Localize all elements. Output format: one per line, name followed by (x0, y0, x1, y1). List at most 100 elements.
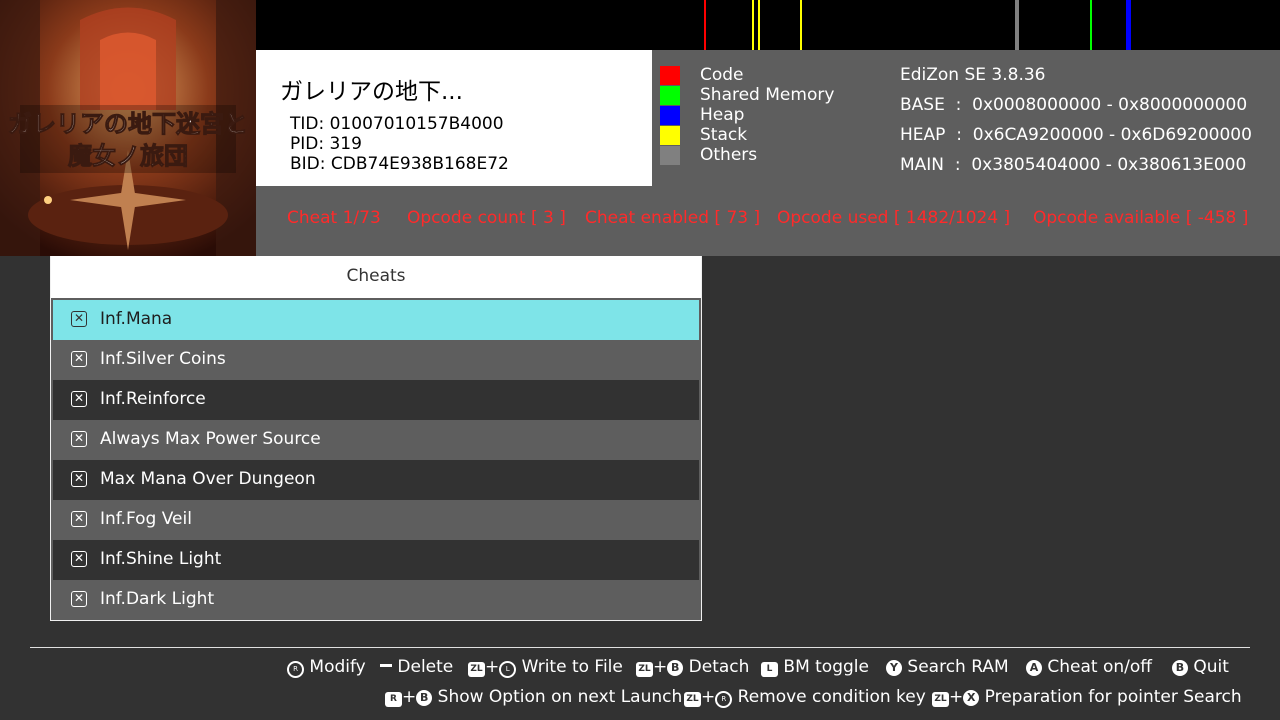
base-range: BASE : 0x0008000000 - 0x8000000000 (900, 95, 1248, 115)
memory-marker (752, 0, 754, 50)
cheat-toggle-checkbox[interactable]: ✕ (71, 391, 87, 407)
game-logo-text: 魔女ノ旅団 (68, 141, 188, 170)
hint-detach-label: Detach (688, 657, 750, 677)
memory-marker (1126, 0, 1131, 50)
cheat-toggle-checkbox[interactable]: ✕ (71, 311, 87, 327)
cheat-enabled-count: Cheat enabled [ 73 ] (585, 208, 761, 228)
hint-quit-label: Quit (1193, 657, 1229, 677)
legend-others-label: Others (700, 145, 758, 165)
r-button-icon: R (385, 692, 402, 707)
plus-glyph: + (701, 687, 716, 707)
plus-glyph: + (653, 657, 668, 677)
cheat-item-label: Inf.Fog Veil (100, 509, 192, 529)
l-button-icon: L (761, 662, 778, 677)
zl-button-icon: ZL (684, 692, 701, 707)
opcode-count: Opcode count [ 3 ] (407, 208, 566, 228)
right-stick-icon: R (715, 691, 733, 708)
zl-button-icon: ZL (932, 692, 949, 707)
cheat-toggle-checkbox[interactable]: ✕ (71, 431, 87, 447)
plus-glyph: + (402, 687, 417, 707)
right-stick-icon: R (287, 661, 304, 678)
cheat-item-label: Max Mana Over Dungeon (100, 469, 316, 489)
hint-delete[interactable]: Delete (380, 657, 453, 677)
cheat-status-bar: Cheat 1/73 Opcode count [ 3 ] Cheat enab… (256, 186, 1280, 256)
opcode-available: Opcode available [ -458 ] (1033, 208, 1249, 228)
legend-code-label: Code (700, 65, 744, 85)
cheat-item[interactable]: ✕ Max Mana Over Dungeon (53, 460, 699, 500)
hint-write-to-file[interactable]: ZL + L Write to File (468, 657, 623, 678)
b-button-icon: B (1172, 660, 1188, 676)
process-id: PID: 319 (290, 134, 362, 154)
cheat-index: Cheat 1/73 (287, 208, 381, 228)
zl-button-icon: ZL (468, 662, 485, 677)
hint-delete-label: Delete (397, 657, 454, 677)
cheat-item[interactable]: ✕ Inf.Dark Light (53, 580, 699, 620)
hint-prep-pointer[interactable]: ZL + X Preparation for pointer Search (932, 687, 1242, 707)
cheat-item-label: Inf.Mana (100, 309, 173, 329)
minus-button-icon (380, 664, 392, 667)
cheat-item-label: Inf.Shine Light (100, 549, 222, 569)
cheats-list: Cheats ✕ Inf.Mana ✕ Inf.Silver Coins ✕ I… (50, 256, 702, 621)
hint-cheat-onoff[interactable]: A Cheat on/off (1026, 657, 1152, 677)
cheat-toggle-checkbox[interactable]: ✕ (71, 551, 87, 567)
b-button-icon: B (416, 690, 433, 706)
cheat-toggle-checkbox[interactable]: ✕ (71, 591, 87, 607)
legend-others-swatch (660, 146, 680, 165)
hint-modify[interactable]: R Modify (287, 657, 366, 678)
memory-marker (758, 0, 760, 50)
memory-marker (1015, 0, 1019, 50)
hint-detach[interactable]: ZL + B Detach (636, 657, 749, 677)
cheat-item[interactable]: ✕ Inf.Shine Light (53, 540, 699, 580)
hint-bm-label: BM toggle (783, 657, 869, 677)
a-button-icon: A (1026, 660, 1042, 676)
hint-write-label: Write to File (521, 657, 623, 677)
cheat-item[interactable]: ✕ Inf.Fog Veil (53, 500, 699, 540)
title-id: TID: 01007010157B4000 (290, 114, 504, 134)
hint-search-label: Search RAM (907, 657, 1009, 677)
cheat-toggle-checkbox[interactable]: ✕ (71, 351, 87, 367)
hint-show-option[interactable]: R + B Show Option on next Launch (385, 687, 682, 707)
cheat-toggle-checkbox[interactable]: ✕ (71, 511, 87, 527)
memory-info-panel: Code Shared Memory Heap Stack Others Edi… (652, 50, 1280, 186)
main-range: MAIN : 0x3805404000 - 0x380613E000 (900, 155, 1247, 175)
left-stick-icon: L (499, 661, 517, 678)
cheat-toggle-checkbox[interactable]: ✕ (71, 471, 87, 487)
hint-modify-label: Modify (309, 657, 366, 677)
hint-search-ram[interactable]: Y Search RAM (886, 657, 1009, 677)
hint-bm-toggle[interactable]: L BM toggle (761, 657, 869, 677)
hint-remove-label: Remove condition key (737, 687, 926, 707)
cheat-item[interactable]: ✕ Inf.Reinforce (53, 380, 699, 420)
plus-glyph: + (949, 687, 964, 707)
plus-glyph: + (485, 657, 500, 677)
y-button-icon: Y (886, 660, 902, 676)
cheat-item[interactable]: ✕ Always Max Power Source (53, 420, 699, 460)
hint-remove-condition[interactable]: ZL + R Remove condition key (684, 687, 926, 708)
legend-shared-label: Shared Memory (700, 85, 835, 105)
hint-quit[interactable]: B Quit (1172, 657, 1229, 677)
legend-stack-swatch (660, 126, 680, 145)
legend-heap-label: Heap (700, 105, 745, 125)
cheat-item-label: Inf.Silver Coins (100, 349, 226, 369)
cheat-item[interactable]: ✕ Inf.Silver Coins (53, 340, 699, 380)
game-title: ガレリアの地下... (280, 79, 463, 105)
memory-marker (1090, 0, 1092, 50)
cheat-item-label: Inf.Dark Light (100, 589, 215, 609)
title-info-box: ガレリアの地下... TID: 01007010157B4000 PID: 31… (256, 50, 652, 186)
legend-heap-swatch (660, 106, 680, 125)
game-icon: ガレリアの地下迷宮と 魔女ノ旅団 (0, 0, 256, 256)
zl-button-icon: ZL (636, 662, 653, 677)
heap-range: HEAP : 0x6CA9200000 - 0x6D69200000 (900, 125, 1252, 145)
build-id: BID: CDB74E938B168E72 (290, 154, 509, 174)
b-button-icon: B (667, 660, 684, 676)
legend-shared-swatch (660, 86, 680, 105)
game-logo-text: ガレリアの地下迷宮と (8, 109, 248, 138)
cheat-item-label: Always Max Power Source (100, 429, 321, 449)
x-button-icon: X (963, 690, 980, 706)
cheats-list-header: Cheats (51, 256, 701, 298)
legend-code-swatch (660, 66, 680, 85)
hint-prep-label: Preparation for pointer Search (984, 687, 1242, 707)
app-version: EdiZon SE 3.8.36 (900, 65, 1046, 85)
cheat-item[interactable]: ✕ Inf.Mana (53, 300, 699, 340)
memory-marker (704, 0, 706, 50)
hint-cheat-label: Cheat on/off (1047, 657, 1153, 677)
